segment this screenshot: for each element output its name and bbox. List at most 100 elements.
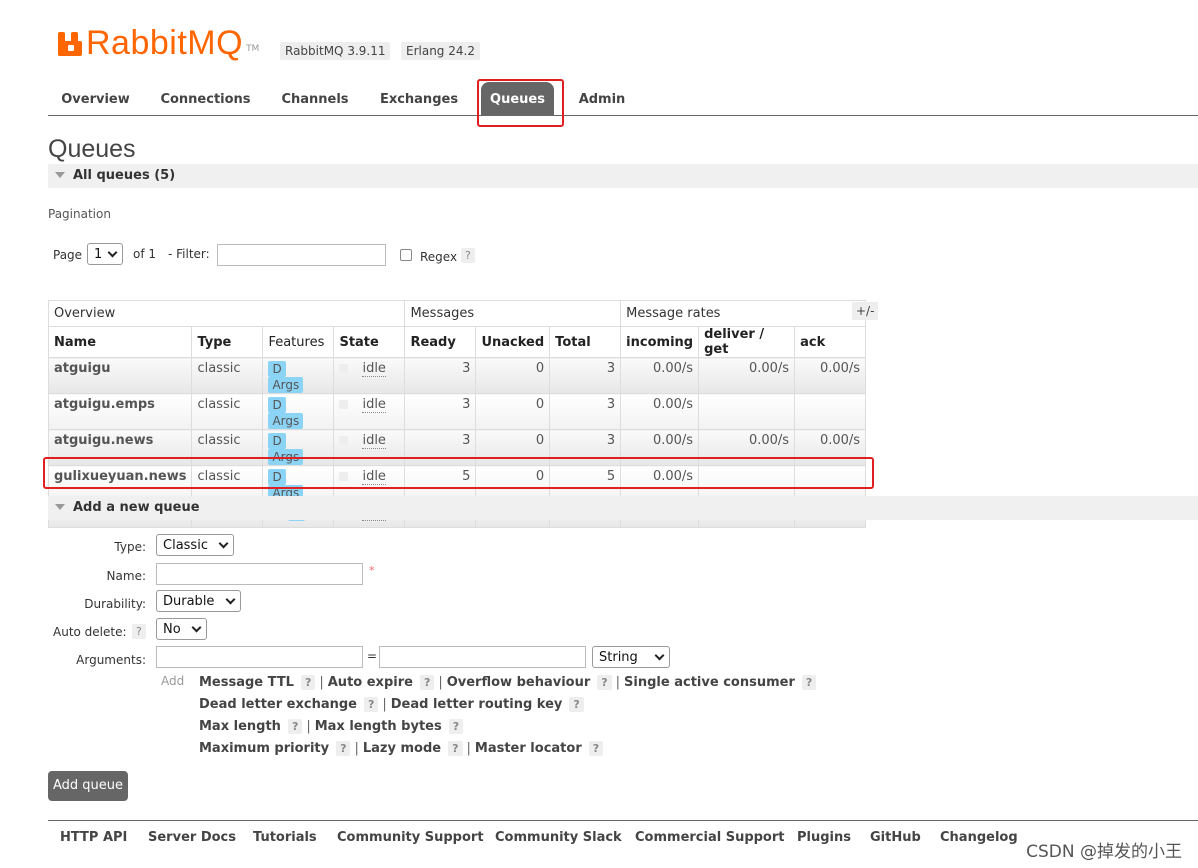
auto-delete-select[interactable]: No [156, 618, 207, 640]
durability-select[interactable]: Durable [156, 590, 241, 612]
lazy-mode-help-icon[interactable]: ? [448, 741, 463, 756]
queue-type: classic [191, 429, 264, 466]
arg-lazy-mode[interactable]: Lazy mode [363, 741, 441, 756]
state-label: idle [362, 469, 386, 485]
incoming-rate: 0.00/s [620, 429, 700, 466]
col-ready[interactable]: Ready [404, 326, 477, 358]
arg-dead-letter-exchange[interactable]: Dead letter exchange [199, 697, 357, 712]
max-length-help-icon[interactable]: ? [287, 719, 303, 734]
auto-delete-select-value: No [163, 622, 181, 637]
col-state[interactable]: State [333, 326, 406, 358]
add-queue-section-header[interactable]: Add a new queue [48, 496, 1198, 520]
col-unacked[interactable]: Unacked [475, 326, 551, 358]
auto-expire-help-icon[interactable]: ? [419, 675, 435, 690]
type-label: Type: [114, 540, 146, 554]
auto-delete-help-icon[interactable]: ? [132, 624, 146, 639]
master-locator-help-icon[interactable]: ? [588, 741, 604, 756]
tab-overview[interactable]: Overview [48, 82, 143, 115]
incoming-rate: 0.00/s [620, 357, 700, 394]
tab-exchanges[interactable]: Exchanges [368, 82, 470, 115]
table-row[interactable]: atguigu.news classic DArgs idle 3 0 3 0.… [47, 429, 867, 466]
argument-value-input[interactable] [379, 646, 586, 668]
single-active-consumer-help-icon[interactable]: ? [801, 675, 817, 690]
table-row[interactable]: atguigu classic DArgs idle 3 0 3 0.00/s … [47, 357, 867, 394]
arg-max-length[interactable]: Max length [199, 719, 281, 734]
queue-name-link[interactable]: atguigu [47, 357, 193, 394]
footer-github[interactable]: GitHub [870, 830, 921, 845]
argument-shortcuts-line-2: Dead letter exchange? | Dead letter routin… [199, 697, 584, 712]
tab-admin[interactable]: Admin [566, 82, 638, 115]
arg-master-locator[interactable]: Master locator [475, 741, 582, 756]
queue-name-input[interactable] [156, 563, 363, 585]
arg-single-active-consumer[interactable]: Single active consumer [624, 675, 795, 690]
arg-max-length-bytes[interactable]: Max length bytes [315, 719, 442, 734]
chevron-down-icon [107, 247, 118, 258]
maximum-priority-help-icon[interactable]: ? [336, 741, 351, 756]
feature-args-badge: Args [268, 449, 304, 465]
footer-community-support[interactable]: Community Support [337, 830, 484, 845]
message-ttl-help-icon[interactable]: ? [300, 675, 316, 690]
feature-durable-badge: D [268, 397, 286, 413]
dead-letter-routing-key-help-icon[interactable]: ? [569, 697, 584, 712]
overflow-behaviour-help-icon[interactable]: ? [597, 675, 612, 690]
queue-features: DArgs [262, 357, 335, 394]
regex-checkbox[interactable] [400, 249, 412, 261]
max-length-bytes-help-icon[interactable]: ? [448, 719, 464, 734]
regex-help-icon[interactable]: ? [461, 248, 475, 263]
tab-connections[interactable]: Connections [149, 82, 262, 115]
state-label: idle [362, 361, 386, 377]
argument-key-input[interactable] [156, 646, 363, 668]
regex-label: Regex [420, 250, 458, 264]
footer-http-api[interactable]: HTTP API [60, 830, 127, 845]
collapse-triangle-icon [55, 504, 65, 510]
argument-type-value: String [599, 650, 638, 665]
all-queues-section-header[interactable]: All queues (5) [48, 164, 1198, 188]
footer-commercial-support[interactable]: Commercial Support [635, 830, 785, 845]
csdn-watermark: CSDN @掉发的小王 [1026, 842, 1182, 862]
arg-overflow-behaviour[interactable]: Overflow behaviour [447, 675, 591, 690]
logo-trademark: TM [246, 44, 260, 54]
logo-text: RabbitMQ [86, 24, 244, 62]
type-select-value: Classic [163, 538, 208, 553]
page-select[interactable]: 1 [87, 243, 123, 265]
all-queues-label: All queues (5) [73, 168, 176, 183]
table-row[interactable]: atguigu.emps classic DArgs idle 3 0 3 0.… [47, 393, 867, 430]
filter-input[interactable] [217, 244, 386, 266]
col-ack[interactable]: ack [794, 326, 867, 358]
footer-server-docs[interactable]: Server Docs [148, 830, 236, 845]
add-queue-button[interactable]: Add queue [48, 771, 128, 801]
queue-features: DArgs [262, 393, 335, 430]
dead-letter-exchange-help-icon[interactable]: ? [363, 697, 379, 712]
unacked-count: 0 [475, 357, 551, 394]
tab-queues[interactable]: Queues [481, 82, 554, 115]
col-type[interactable]: Type [191, 326, 264, 358]
col-deliver-get[interactable]: deliver / get [698, 326, 796, 358]
col-name[interactable]: Name [47, 326, 193, 358]
footer-community-slack[interactable]: Community Slack [495, 830, 622, 845]
arg-message-ttl[interactable]: Message TTL [199, 675, 294, 690]
rabbitmq-logo[interactable]: RabbitMQ TM [58, 26, 259, 60]
arg-auto-expire[interactable]: Auto expire [328, 675, 413, 690]
rabbitmq-version-badge: RabbitMQ 3.9.11 [280, 42, 391, 60]
page-count: of 1 [133, 247, 157, 261]
queue-name-link[interactable]: atguigu.news [47, 429, 193, 466]
queue-name-link[interactable]: atguigu.emps [47, 393, 193, 430]
col-incoming[interactable]: incoming [620, 326, 700, 358]
state-indicator-icon [339, 472, 349, 481]
name-label: Name: [106, 569, 146, 583]
required-marker: * [369, 564, 375, 577]
arg-dead-letter-routing-key[interactable]: Dead letter routing key [391, 697, 563, 712]
footer-plugins[interactable]: Plugins [797, 830, 851, 845]
ready-count: 3 [404, 393, 477, 430]
arguments-label: Arguments: [76, 653, 146, 667]
arg-maximum-priority[interactable]: Maximum priority [199, 741, 329, 756]
tab-channels[interactable]: Channels [270, 82, 360, 115]
col-total[interactable]: Total [549, 326, 622, 358]
footer-changelog[interactable]: Changelog [940, 830, 1018, 845]
column-toggle-button[interactable]: +/- [852, 302, 879, 320]
type-select[interactable]: Classic [156, 534, 234, 556]
argument-type-select[interactable]: String [592, 646, 670, 668]
pagination-heading: Pagination [48, 207, 111, 221]
footer-tutorials[interactable]: Tutorials [253, 830, 317, 845]
argument-shortcuts-line-4: Maximum priority? | Lazy mode? | Master loca… [199, 741, 604, 756]
